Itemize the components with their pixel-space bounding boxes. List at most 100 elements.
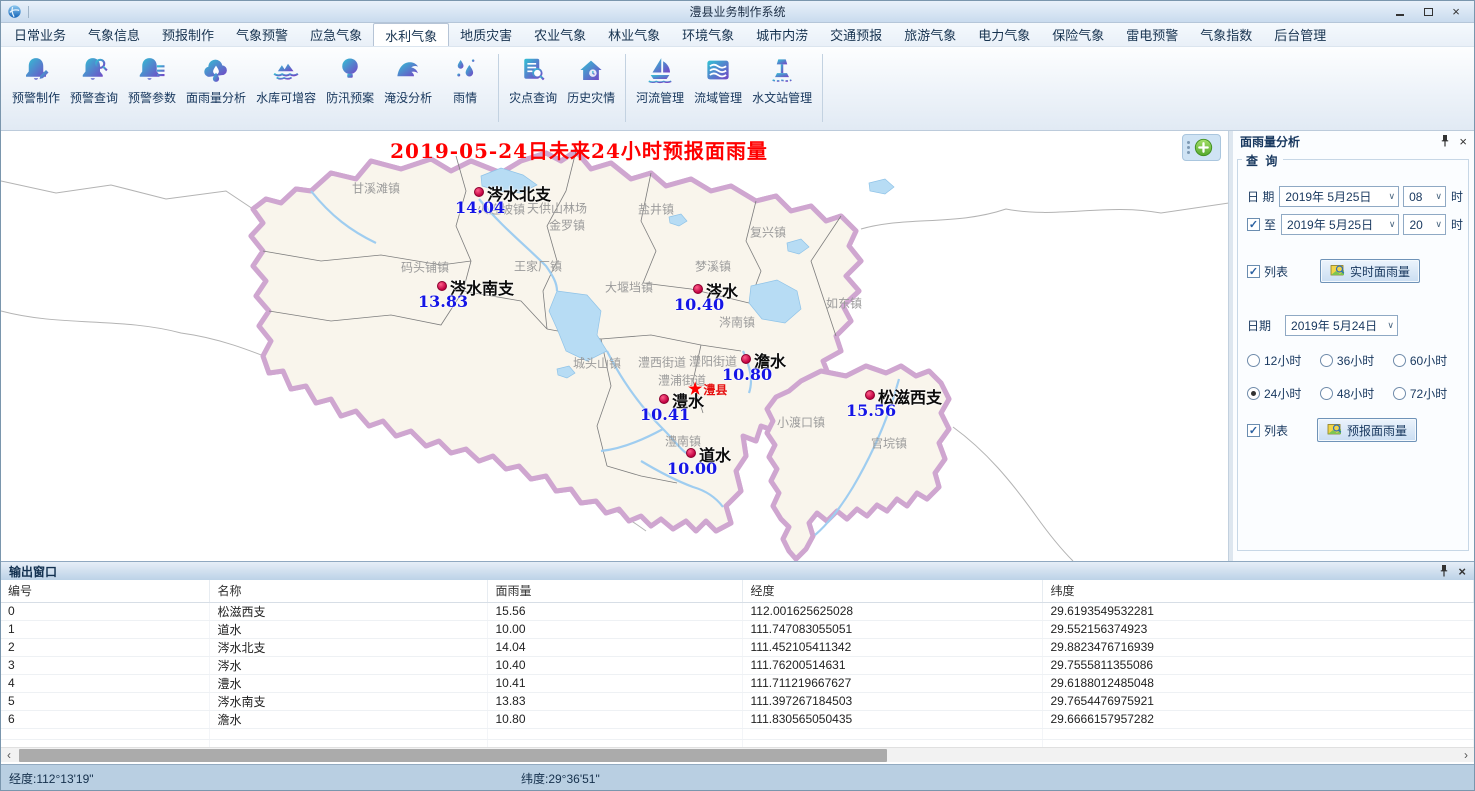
duration-radio[interactable]: 12小时 <box>1247 352 1320 369</box>
table-row[interactable]: 5 涔水南支 13.83 111.397267184503 29.7654476… <box>1 692 1474 710</box>
menu-tab[interactable]: 气象信息 <box>77 23 151 46</box>
start-date-select[interactable]: 2019年 5月25日∨ <box>1279 186 1399 207</box>
minimize-button[interactable] <box>1394 6 1406 18</box>
cell-rainfall: 10.41 <box>487 674 742 692</box>
menu-tab[interactable]: 交通预报 <box>819 23 893 46</box>
menu-tab[interactable]: 水利气象 <box>373 23 449 46</box>
scrollbar-track[interactable] <box>17 748 1458 763</box>
menu-tab[interactable]: 城市内涝 <box>745 23 819 46</box>
cell-rainfall: 10.80 <box>487 710 742 728</box>
drag-grip-icon[interactable] <box>1187 146 1190 149</box>
toolbar-hydro-station-button[interactable]: 水文站管理 <box>747 54 817 107</box>
map-canvas[interactable]: 2019-05-24日未来24小时预报面雨量 甘溪滩镇 火连坡镇 天供山林场 金… <box>1 131 1229 561</box>
duration-radio[interactable]: 36小时 <box>1320 352 1393 369</box>
town-label: 金罗镇 <box>549 217 585 234</box>
menu-tab[interactable]: 应急气象 <box>299 23 373 46</box>
toolbar-history-disaster-button[interactable]: 历史灾情 <box>562 54 620 107</box>
pin-icon[interactable] <box>1439 565 1449 577</box>
bulb-icon <box>335 55 365 85</box>
table-column-header[interactable]: 经度 <box>742 580 1042 602</box>
to-checkbox[interactable] <box>1247 218 1260 231</box>
end-hour-select[interactable]: 20∨ <box>1403 214 1446 235</box>
menu-tab[interactable]: 气象预警 <box>225 23 299 46</box>
wave-icon <box>393 55 423 85</box>
cell-name: 松滋西支 <box>209 602 487 620</box>
bell-search-icon <box>79 55 109 85</box>
menu-tab[interactable]: 环境气象 <box>671 23 745 46</box>
cell-name: 道水 <box>209 620 487 638</box>
duration-radio[interactable]: 24小时 <box>1247 385 1320 402</box>
forecast-list-label: 列表 <box>1264 422 1288 439</box>
menu-tab[interactable]: 林业气象 <box>597 23 671 46</box>
menu-tab[interactable]: 保险气象 <box>1041 23 1115 46</box>
toolbar-disaster-query-button[interactable]: 灾点查询 <box>504 54 562 107</box>
menu-tab[interactable]: 地质灾害 <box>449 23 523 46</box>
start-hour-select[interactable]: 08∨ <box>1403 186 1446 207</box>
duration-radio[interactable]: 48小时 <box>1320 385 1393 402</box>
table-column-header[interactable]: 纬度 <box>1042 580 1474 602</box>
raindrops-icon <box>450 55 480 85</box>
toolbar-flood-plan-button[interactable]: 防汛预案 <box>321 54 379 107</box>
scrollbar-thumb[interactable] <box>19 749 887 762</box>
toolbar-basin-manage-button[interactable]: 流域管理 <box>689 54 747 107</box>
toolbar-flood-analysis-button[interactable]: 淹没分析 <box>379 54 437 107</box>
radio-icon <box>1320 354 1333 367</box>
scroll-right-arrow[interactable]: › <box>1458 748 1474 762</box>
cell-name: 澹水 <box>209 710 487 728</box>
output-close-button[interactable]: × <box>1458 565 1466 578</box>
duration-radio[interactable]: 60小时 <box>1393 352 1466 369</box>
plus-icon <box>1194 138 1213 157</box>
forecast-list-checkbox[interactable] <box>1247 424 1260 437</box>
panel-title: 面雨量分析 <box>1240 133 1300 150</box>
scroll-left-arrow[interactable]: ‹ <box>1 748 17 762</box>
list-label: 列表 <box>1264 263 1288 280</box>
menu-tab[interactable]: 雷电预警 <box>1115 23 1189 46</box>
station-rainfall-value: 13.83 <box>418 292 468 311</box>
cell-longitude: 111.830565050435 <box>742 710 1042 728</box>
menu-tab[interactable]: 旅游气象 <box>893 23 967 46</box>
forecast-rainfall-button[interactable]: 预报面雨量 <box>1317 418 1417 442</box>
toolbar-warning-params-button[interactable]: 预警参数 <box>123 54 181 107</box>
table-column-header[interactable]: 名称 <box>209 580 487 602</box>
query-groupbox: 日 期 2019年 5月25日∨ 08∨ 时 至 2019年 5月25日∨ <box>1237 159 1469 551</box>
table-row[interactable]: 3 涔水 10.40 111.76200514631 29.7555811355… <box>1 656 1474 674</box>
menu-tab[interactable]: 预报制作 <box>151 23 225 46</box>
main-area: 2019-05-24日未来24小时预报面雨量 甘溪滩镇 火连坡镇 天供山林场 金… <box>1 131 1474 561</box>
pin-icon[interactable] <box>1440 135 1450 147</box>
list-checkbox[interactable] <box>1247 265 1260 278</box>
zoom-in-button[interactable] <box>1194 138 1213 157</box>
table-row[interactable]: 1 道水 10.00 111.747083055051 29.552156374… <box>1 620 1474 638</box>
menu-tab[interactable]: 日常业务 <box>3 23 77 46</box>
station-rainfall-value: 15.56 <box>846 401 896 420</box>
cell-latitude: 29.552156374923 <box>1042 620 1474 638</box>
menu-tab[interactable]: 农业气象 <box>523 23 597 46</box>
toolbar-rain-info-button[interactable]: 雨情 <box>437 54 493 107</box>
toolbar-warning-make-button[interactable]: 预警制作 <box>7 54 65 107</box>
horizontal-scrollbar[interactable]: ‹ › <box>1 747 1474 762</box>
end-date-select[interactable]: 2019年 5月25日∨ <box>1281 214 1399 235</box>
cell-name: 涔水北支 <box>209 638 487 656</box>
table-row[interactable]: 2 涔水北支 14.04 111.452105411342 29.8823476… <box>1 638 1474 656</box>
menu-tab[interactable]: 电力气象 <box>967 23 1041 46</box>
toolbar-warning-query-button[interactable]: 预警查询 <box>65 54 123 107</box>
panel-close-button[interactable]: × <box>1459 135 1467 148</box>
table-column-header[interactable]: 编号 <box>1 580 209 602</box>
close-button[interactable]: × <box>1450 6 1462 18</box>
table-header-row: 编号名称面雨量经度纬度 <box>1 580 1474 602</box>
toolbar-river-manage-button[interactable]: 河流管理 <box>631 54 689 107</box>
table-column-header[interactable]: 面雨量 <box>487 580 742 602</box>
toolbar-rainfall-analysis-button[interactable]: 面雨量分析 <box>181 54 251 107</box>
menu-tab[interactable]: 气象指数 <box>1189 23 1263 46</box>
maximize-button[interactable] <box>1422 6 1434 18</box>
table-row[interactable]: 0 松滋西支 15.56 112.001625625028 29.6193549… <box>1 602 1474 620</box>
table-row[interactable]: 6 澹水 10.80 111.830565050435 29.666615795… <box>1 710 1474 728</box>
table-row[interactable]: 4 澧水 10.41 111.711219667627 29.618801248… <box>1 674 1474 692</box>
realtime-rainfall-button[interactable]: 实时面雨量 <box>1320 259 1420 283</box>
duration-radio[interactable]: 72小时 <box>1393 385 1466 402</box>
station-dot-icon <box>437 281 447 291</box>
toolbar-reservoir-button[interactable]: 水库可增容 <box>251 54 321 107</box>
menu-tab[interactable]: 后台管理 <box>1263 23 1337 46</box>
station-dot-icon <box>659 394 669 404</box>
forecast-date-select[interactable]: 2019年 5月24日∨ <box>1285 315 1398 336</box>
forecast-date-label: 日期 <box>1247 317 1271 334</box>
